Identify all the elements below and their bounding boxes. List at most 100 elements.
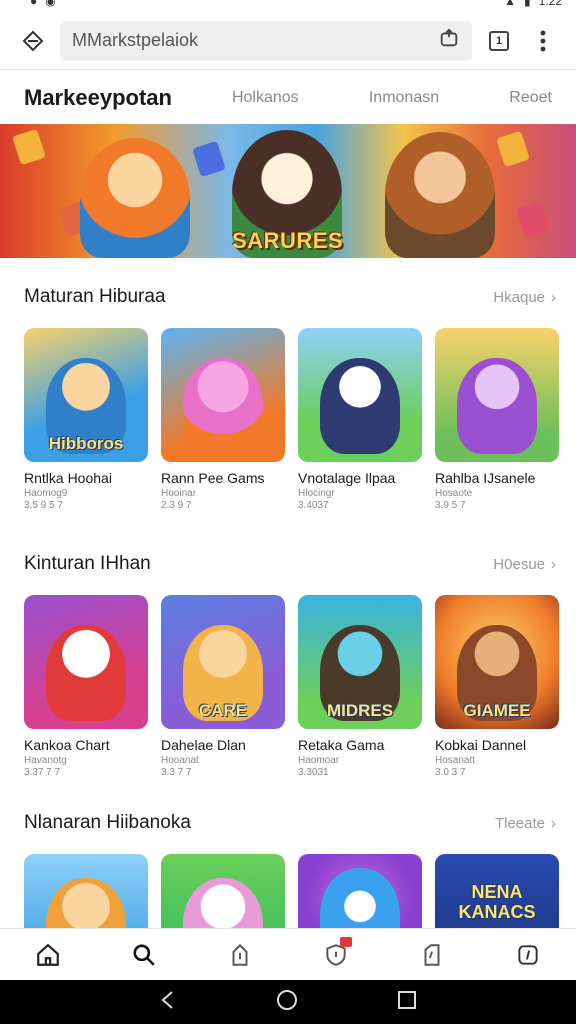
app-thumbnail	[161, 328, 285, 462]
battery-icon: ▮	[524, 0, 531, 8]
tab-count: 1	[489, 30, 509, 51]
notification-icon: ●	[30, 0, 38, 8]
app-name: Kobkai Dannel	[435, 737, 527, 753]
app-card[interactable]: Kankoa Chart Havanotg 3.37 7 7	[24, 595, 148, 778]
app-name: Vnotalage Ilpaa	[298, 470, 396, 486]
app-name: Retaka Gama	[298, 737, 385, 753]
app-rating: 2.3 9 7	[161, 500, 192, 511]
gem-icon	[496, 130, 530, 168]
banner-character-bear	[385, 132, 495, 258]
chevron-right-icon: ›	[551, 814, 556, 832]
app-badge: NENA KANACS	[458, 882, 536, 922]
see-more-link[interactable]: Tleeate ›	[495, 815, 556, 832]
app-card[interactable]: Vnotalage Ilpaa Hlocingr 3.4037	[298, 328, 422, 511]
app-row: Kankoa Chart Havanotg 3.37 7 7 CARE Dahe…	[24, 595, 559, 778]
app-rating: 3.37 7 7	[24, 767, 61, 778]
section-header: Maturan Hiburaa Hkaque ›	[24, 282, 556, 312]
app-name: Rann Pee Gams	[161, 470, 265, 486]
app-developer: Hosaote	[435, 488, 473, 499]
app-card[interactable]: CARE Dahelae Dlan Hooanat 3.3 7 7	[161, 595, 285, 778]
app-developer: Haomog9	[24, 488, 68, 499]
app-card[interactable]: MIDRES Retaka Gama Haomoar 3.3031	[298, 595, 422, 778]
app-rating: 3.0 3 7	[435, 767, 466, 778]
url-text: MMarkstpelaiok	[72, 30, 199, 50]
app-card[interactable]: GIAMEE Kobkai Dannel Hosanatt 3.0 3 7	[435, 595, 559, 778]
site-nav: Holkanos Inmonasn Reoet	[232, 89, 552, 107]
notification-icon: ◉	[45, 0, 56, 8]
app-developer: Hlocingr	[298, 488, 335, 499]
app-developer: Hooinar	[161, 488, 197, 499]
status-icons-right: ▲ ▮ 1:22	[504, 0, 562, 8]
library-icon[interactable]	[412, 935, 452, 975]
app-thumbnail: MIDRES	[298, 595, 422, 729]
gem-icon	[516, 200, 550, 238]
see-more-link[interactable]: H0esue ›	[493, 556, 556, 573]
status-bar: ● ◉ ▲ ▮ 1:22	[0, 0, 576, 12]
app-card[interactable]: Hibboros Rntlka Hoohai Haomog9 3.5 9 5 7	[24, 328, 148, 511]
apps-icon[interactable]	[220, 935, 260, 975]
browser-toolbar: MMarkstpelaiok 1	[0, 12, 576, 70]
profile-icon[interactable]	[508, 935, 548, 975]
nav-item[interactable]: Inmonasn	[369, 89, 439, 107]
see-more-label: Tleeate	[494, 814, 545, 832]
app-thumbnail: Hibboros	[24, 328, 148, 462]
status-time: 1:22	[538, 0, 562, 8]
notifications-icon[interactable]	[316, 935, 356, 975]
app-thumbnail: CARE	[161, 595, 285, 729]
tabs-button[interactable]: 1	[482, 24, 516, 58]
section: Maturan Hiburaa Hkaque › Hibboros Rntlka …	[0, 282, 576, 511]
menu-icon[interactable]	[526, 24, 560, 58]
app-name: Rntlka Hoohai	[24, 470, 112, 486]
see-more-label: Hkaque	[493, 288, 545, 306]
section: Nlanaran Hiibanoka Tleeate › NENA KANACS	[0, 808, 576, 944]
share-icon[interactable]	[438, 27, 460, 54]
app-badge: CARE	[198, 701, 248, 720]
see-more-link[interactable]: Hkaque ›	[493, 289, 556, 306]
see-more-label: H0esue	[493, 555, 545, 573]
section-title: Kinturan IHhan	[24, 553, 151, 574]
app-developer: Hosanatt	[435, 755, 476, 766]
app-badge: GIAMEE	[463, 701, 531, 720]
back-icon[interactable]	[159, 990, 177, 1015]
app-rating: 3.5 9 5 7	[24, 500, 63, 511]
recents-icon[interactable]	[397, 990, 417, 1015]
url-bar[interactable]: MMarkstpelaiok	[60, 20, 472, 61]
app-card[interactable]: Rann Pee Gams Hooinar 2.3 9 7	[161, 328, 285, 511]
site-header: Markeeypotan Holkanos Inmonasn Reoet	[0, 70, 576, 126]
app-thumbnail	[24, 595, 148, 729]
system-nav-bar	[0, 980, 576, 1024]
app-developer: Haomoar	[298, 755, 340, 766]
section-header: Kinturan IHhan H0esue ›	[24, 549, 556, 579]
app-developer: Havanotg	[24, 755, 67, 766]
gem-icon	[192, 140, 226, 178]
section-header: Nlanaran Hiibanoka Tleeate ›	[24, 808, 556, 838]
home-icon[interactable]	[28, 935, 68, 975]
gem-icon	[12, 128, 46, 166]
app-card[interactable]: Rahlba IJsanele Hosaote 3.9 5 7	[435, 328, 559, 511]
banner-title: SARURES	[232, 228, 344, 253]
app-rating: 3.4037	[298, 500, 329, 511]
app-name: Kankoa Chart	[24, 737, 110, 753]
nav-item[interactable]: Reoet	[509, 89, 552, 107]
nav-item[interactable]: Holkanos	[232, 89, 299, 107]
section-title: Nlanaran Hiibanoka	[24, 812, 191, 833]
section-title: Maturan Hiburaa	[24, 286, 166, 307]
bottom-nav	[0, 928, 576, 985]
hero-banner[interactable]: SARURES	[0, 124, 576, 258]
app-badge: MIDRES	[326, 701, 394, 720]
home-circle-icon[interactable]	[276, 989, 298, 1016]
app-row: Hibboros Rntlka Hoohai Haomog9 3.5 9 5 7…	[24, 328, 559, 511]
signal-icon: ▲	[504, 0, 517, 8]
chevron-right-icon: ›	[551, 288, 556, 306]
status-icons-left: ● ◉	[30, 0, 56, 8]
site-title: Markeeypotan	[24, 85, 172, 110]
app-thumbnail: GIAMEE	[435, 595, 559, 729]
app-name: Rahlba IJsanele	[435, 470, 536, 486]
search-icon[interactable]	[108, 935, 184, 985]
chevron-right-icon: ›	[551, 555, 556, 573]
app-thumbnail	[298, 328, 422, 462]
app-developer: Hooanat	[161, 755, 199, 766]
app-badge: Hibboros	[48, 434, 124, 453]
home-icon[interactable]	[16, 24, 50, 58]
app-rating: 3.3 7 7	[161, 767, 192, 778]
